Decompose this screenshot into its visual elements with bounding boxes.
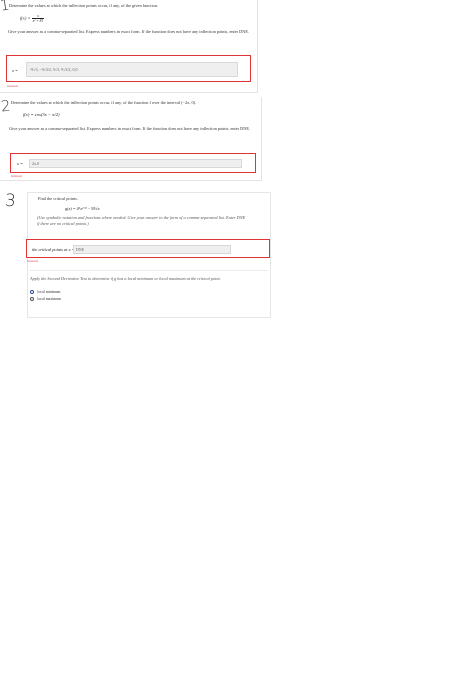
q3-status: Incorrect xyxy=(27,259,38,263)
q2-answer-label: x = xyxy=(17,161,24,166)
q3-prompt: Find the critical points. xyxy=(38,196,78,201)
option-local-minimum[interactable]: local minimum xyxy=(30,290,61,295)
q2-prompt: Determine the values at which the inflec… xyxy=(11,100,197,105)
q2-answer-input[interactable]: 2π,0 xyxy=(29,159,242,168)
q1-instructions: Give your answer as a comma-separated li… xyxy=(8,29,250,34)
option-local-maximum-label: local maximum xyxy=(37,297,62,302)
q1-function-fraction: x x² + 81 xyxy=(31,14,45,23)
q1-status: Incorrect xyxy=(7,84,18,88)
radio-circle-icon[interactable] xyxy=(30,297,35,302)
q2-status: Incorrect xyxy=(11,174,22,178)
q3-instructions: (Use symbolic notation and fractions whe… xyxy=(37,215,246,226)
q3-divider xyxy=(30,270,268,271)
radio-circle-icon[interactable] xyxy=(30,290,35,295)
option-local-maximum[interactable]: local maximum xyxy=(30,297,62,302)
q3-followup: Apply the Second Derivative Test to dete… xyxy=(30,276,221,281)
q2-instructions: Give your answer as a comma-separated li… xyxy=(9,126,251,131)
q1-answer-input[interactable]: −9√3, −9√3/2, 9√3, 9√3/2, 0,0 xyxy=(26,62,238,77)
option-local-minimum-label: local minimum xyxy=(37,290,61,295)
handwritten-number-3: 3 xyxy=(4,190,17,212)
q1-function: f(x) = x x² + 81 xyxy=(20,14,45,23)
q1-answer-label: x = xyxy=(12,68,19,73)
q3-answer-label: the critical points at x = xyxy=(32,247,75,252)
q1-function-lhs: f(x) = xyxy=(20,15,31,21)
q3-function: g(x) = 4⁵x²ᐟ³ − 95√x xyxy=(65,206,100,211)
q3-answer-input[interactable]: DNE xyxy=(73,245,231,254)
q2-function: f(x) = cos(3x − π/2) xyxy=(23,112,60,117)
handwritten-number-2: 2 xyxy=(0,96,12,116)
q1-prompt: Determine the values at which the inflec… xyxy=(9,3,159,8)
q1-function-denominator: x² + 81 xyxy=(32,19,44,23)
